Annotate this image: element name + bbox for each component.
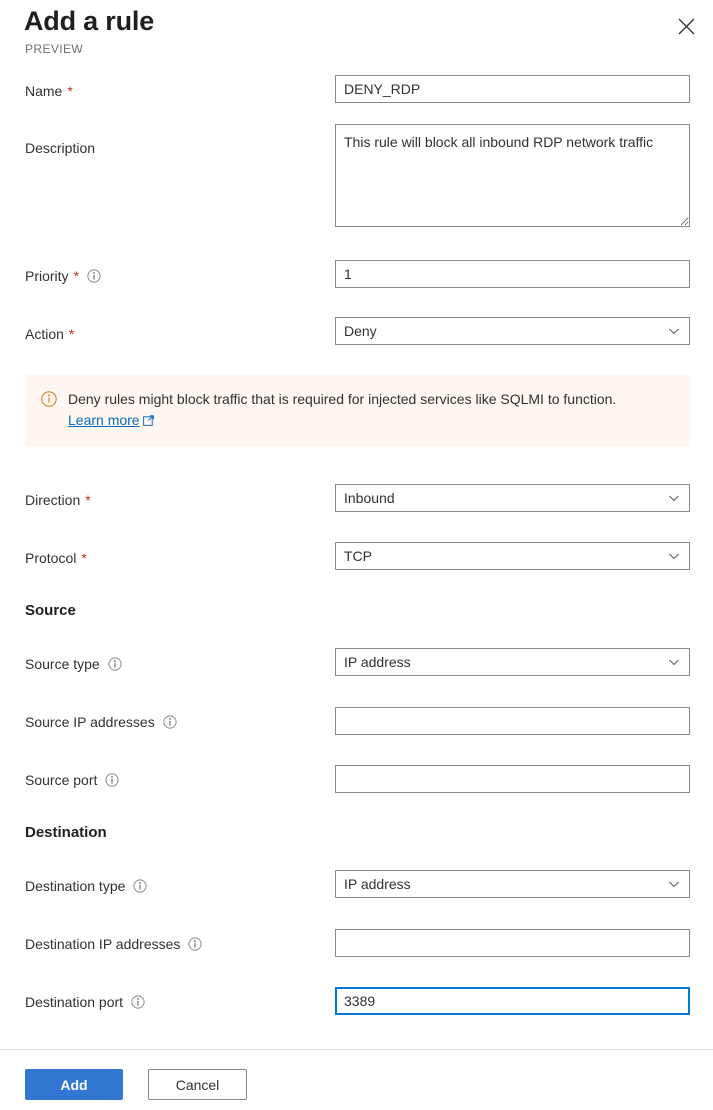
destination-port-label-text: Destination port bbox=[25, 994, 124, 1010]
chevron-down-icon bbox=[668, 492, 680, 504]
panel-header: Add a rule PREVIEW bbox=[0, 0, 713, 62]
destination-type-label-text: Destination type bbox=[25, 878, 126, 894]
direction-label: Direction * bbox=[25, 491, 91, 509]
close-button[interactable] bbox=[669, 9, 703, 43]
destination-port-label: Destination port bbox=[25, 993, 145, 1011]
name-required-asterisk: * bbox=[67, 83, 73, 99]
source-type-select[interactable]: IP address bbox=[335, 648, 690, 676]
banner-text-wrap: Deny rules might block traffic that is r… bbox=[68, 389, 628, 431]
source-type-label: Source type bbox=[25, 655, 122, 673]
description-textarea[interactable] bbox=[335, 124, 690, 227]
source-type-label-text: Source type bbox=[25, 656, 100, 672]
cancel-button[interactable]: Cancel bbox=[148, 1069, 247, 1100]
destination-ip-field-wrap bbox=[335, 929, 690, 957]
direction-field-wrap: Inbound bbox=[335, 484, 690, 512]
add-button[interactable]: Add bbox=[25, 1069, 123, 1100]
source-port-label: Source port bbox=[25, 771, 119, 789]
destination-port-field-wrap bbox=[335, 987, 690, 1015]
direction-required-asterisk: * bbox=[85, 492, 91, 508]
learn-more-link[interactable]: Learn more bbox=[68, 412, 140, 428]
source-ip-label: Source IP addresses bbox=[25, 713, 177, 731]
priority-required-asterisk: * bbox=[73, 268, 80, 284]
action-field-wrap: Deny bbox=[335, 317, 690, 345]
protocol-label: Protocol * bbox=[25, 549, 87, 567]
name-label-text: Name bbox=[25, 83, 63, 99]
source-port-info-icon[interactable] bbox=[105, 773, 119, 787]
source-port-field-wrap bbox=[335, 765, 690, 793]
destination-type-select[interactable]: IP address bbox=[335, 870, 690, 898]
direction-select[interactable]: Inbound bbox=[335, 484, 690, 512]
chevron-down-icon bbox=[668, 656, 680, 668]
priority-field-wrap bbox=[335, 260, 690, 288]
banner-message: Deny rules might block traffic that is r… bbox=[68, 391, 617, 407]
action-label-text: Action bbox=[25, 326, 64, 342]
priority-label-text: Priority bbox=[25, 268, 69, 284]
destination-type-label: Destination type bbox=[25, 877, 148, 895]
destination-ip-label: Destination IP addresses bbox=[25, 935, 202, 953]
chevron-down-icon bbox=[668, 878, 680, 890]
source-ip-field-wrap bbox=[335, 707, 690, 735]
external-link-icon[interactable] bbox=[142, 415, 154, 426]
info-icon bbox=[41, 391, 57, 407]
destination-port-input[interactable] bbox=[335, 987, 690, 1015]
panel-footer: Add Cancel bbox=[0, 1050, 713, 1110]
destination-port-info-icon[interactable] bbox=[131, 995, 145, 1009]
close-icon bbox=[678, 18, 695, 35]
source-type-info-icon[interactable] bbox=[108, 657, 122, 671]
deny-rule-warning-banner: Deny rules might block traffic that is r… bbox=[25, 375, 690, 447]
source-ip-label-text: Source IP addresses bbox=[25, 714, 155, 730]
source-ip-input[interactable] bbox=[335, 707, 690, 735]
name-input[interactable] bbox=[335, 75, 690, 103]
description-label: Description bbox=[25, 139, 95, 157]
direction-label-text: Direction bbox=[25, 492, 81, 508]
protocol-select-value: TCP bbox=[344, 548, 372, 564]
description-field-wrap bbox=[335, 124, 690, 232]
source-port-input[interactable] bbox=[335, 765, 690, 793]
direction-select-value: Inbound bbox=[344, 490, 395, 506]
source-type-field-wrap: IP address bbox=[335, 648, 690, 676]
destination-type-field-wrap: IP address bbox=[335, 870, 690, 898]
chevron-down-icon bbox=[668, 325, 680, 337]
name-label: Name * bbox=[25, 82, 73, 100]
description-label-text: Description bbox=[25, 140, 96, 156]
action-label: Action * bbox=[25, 325, 74, 343]
name-field-wrap bbox=[335, 75, 690, 103]
priority-info-icon[interactable] bbox=[87, 269, 101, 283]
chevron-down-icon bbox=[668, 550, 680, 562]
action-select[interactable]: Deny bbox=[335, 317, 690, 345]
learn-more-text: Learn more bbox=[68, 412, 140, 428]
destination-type-info-icon[interactable] bbox=[133, 879, 148, 893]
action-select-value: Deny bbox=[344, 323, 377, 339]
protocol-field-wrap: TCP bbox=[335, 542, 690, 570]
preview-badge: PREVIEW bbox=[25, 42, 84, 56]
protocol-required-asterisk: * bbox=[81, 550, 87, 566]
destination-type-select-value: IP address bbox=[344, 876, 411, 892]
priority-label: Priority * bbox=[25, 267, 101, 285]
destination-section-heading: Destination bbox=[25, 824, 107, 841]
source-section-heading: Source bbox=[25, 602, 76, 619]
page-title: Add a rule bbox=[24, 6, 155, 36]
action-required-asterisk: * bbox=[68, 326, 75, 342]
source-ip-info-icon[interactable] bbox=[163, 715, 177, 729]
destination-ip-input[interactable] bbox=[335, 929, 690, 957]
add-rule-panel: Add a rule PREVIEW Name * Description bbox=[0, 0, 713, 1110]
source-port-label-text: Source port bbox=[25, 772, 98, 788]
destination-ip-info-icon[interactable] bbox=[188, 937, 202, 951]
destination-ip-label-text: Destination IP addresses bbox=[25, 936, 181, 952]
protocol-select[interactable]: TCP bbox=[335, 542, 690, 570]
source-type-select-value: IP address bbox=[344, 654, 411, 670]
priority-input[interactable] bbox=[335, 260, 690, 288]
protocol-label-text: Protocol bbox=[25, 550, 77, 566]
